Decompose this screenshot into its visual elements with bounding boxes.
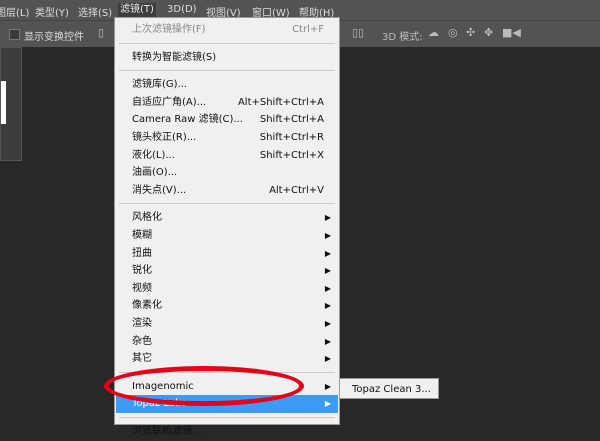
menu-separator [119,417,335,418]
menu-separator [119,371,335,373]
menu-item-label: 滤镜库(G)... [132,79,188,91]
menu-item[interactable]: 模糊 ▶ [116,227,338,245]
menu-item-label: 像素化 [132,300,162,312]
menu-item-label: 转换为智能滤镜(S) [132,51,217,63]
menu-item-label: 自适应广角(A)... [132,96,207,108]
3d-roll-icon[interactable]: ◎ [448,26,458,39]
menu-item-label: Imagenomic [132,380,194,392]
submenu-arrow-icon: ▶ [324,319,331,328]
submenu-arrow-icon: ▶ [324,336,331,346]
menu-item[interactable]: 转换为智能滤镜(S) [116,49,338,67]
submenu-arrow-icon: ▶ [324,354,331,364]
menu-item-shortcut: Shift+Ctrl+X [259,149,324,161]
menu-1[interactable]: 类型(Y) [35,4,69,19]
show-transform-label[interactable]: 显示变换控件 [24,28,84,43]
menu-item[interactable]: 渲染 ▶ [116,315,338,333]
submenu-arrow-icon: ▶ [324,266,331,276]
menu-item[interactable]: 像素化 ▶ [116,297,338,315]
menu-item[interactable]: 上次滤镜操作(F) Ctrl+F [116,21,338,39]
menu-item-shortcut: Ctrl+F [292,24,324,35]
menu-item-label: 模糊 [132,230,152,241]
menu-item-label: 杂色 [132,335,152,347]
menu-separator [119,70,335,72]
menu-item[interactable]: 锐化 ▶ [116,262,338,280]
menu-3[interactable]: 滤镜(T) [118,3,156,17]
distribute-icon[interactable]: ▯▯ [352,26,364,39]
menu-item-label: 风格化 [132,212,162,224]
menu-item-label: 液化(L)... [132,149,175,161]
3d-mode-label: 3D 模式: [382,32,423,43]
submenu-arrow-icon: ▶ [324,283,331,293]
submenu-arrow-icon: ▶ [324,248,331,258]
menu-item-label: 油画(O)... [132,167,178,179]
menu-item-label: 扭曲 [132,247,152,259]
submenu-arrow-icon: ▶ [324,213,331,223]
menu-item-label: 视频 [132,282,152,294]
align-icon[interactable]: ▯ [98,26,104,39]
menu-item[interactable]: Imagenomic ▶ [116,378,338,396]
menu-item-label: 锐化 [132,265,152,277]
menu-separator [119,42,335,44]
menu-item-shortcut: Alt+Shift+Ctrl+A [237,96,324,108]
menu-item[interactable]: 自适应广角(A)... Alt+Shift+Ctrl+A [116,94,338,112]
menu-item[interactable]: 油画(O)... [116,164,338,182]
submenu-arrow-icon: ▶ [324,399,331,409]
menu-4[interactable]: 3D(D) [167,4,197,15]
menu-2[interactable]: 选择(S) [78,4,112,19]
menu-item-label: 上次滤镜操作(F) [132,24,206,35]
menu-item-label: 浏览联机滤镜... [132,426,202,437]
menu-item[interactable]: 浏览联机滤镜... [116,423,338,441]
menu-item[interactable]: 扭曲 ▶ [116,245,338,263]
menu-item-shortcut: Shift+Ctrl+A [259,114,324,126]
menu-item-shortcut: Alt+Ctrl+V [269,184,324,196]
topaz-submenu: Topaz Clean 3... [339,378,439,399]
menu-item[interactable]: 镜头校正(R)... Shift+Ctrl+R [116,129,338,147]
menu-item[interactable]: 滤镜库(G)... [116,76,338,94]
menu-item[interactable]: 消失点(V)... Alt+Ctrl+V [116,182,338,200]
submenu-arrow-icon: ▶ [324,301,331,311]
menu-item-label: 渲染 [132,318,152,329]
3d-scale-icon[interactable]: ■◀ [502,26,521,39]
submenu-arrow-icon: ▶ [324,381,331,391]
show-transform-checkbox[interactable] [9,29,20,40]
color-swatch[interactable] [1,81,6,124]
menu-0[interactable]: 图层(L) [0,4,29,19]
tools-panel [0,47,22,161]
menu-item-label: 其它 [132,353,152,365]
3d-slide-icon[interactable]: ✥ [484,26,493,39]
menu-item[interactable]: 风格化 ▶ [116,209,338,227]
menu-item-label: Topaz Labs [132,398,187,410]
menu-separator [119,203,335,205]
menu-item[interactable]: 液化(L)... Shift+Ctrl+X [116,147,338,165]
3d-pan-icon[interactable]: ✣ [466,26,475,39]
menu-item[interactable]: 杂色 ▶ [116,333,338,351]
menu-item-shortcut: Shift+Ctrl+R [259,132,324,143]
3d-rotate-icon[interactable]: ☁ [428,26,439,39]
menu-item[interactable]: 视频 ▶ [116,280,338,298]
menu-item-label: 消失点(V)... [132,184,187,196]
menu-item[interactable]: Topaz Labs ▶ [116,395,338,414]
menu-item[interactable]: 其它 ▶ [116,350,338,368]
submenu-item-topaz-clean[interactable]: Topaz Clean 3... [352,384,431,395]
submenu-arrow-icon: ▶ [324,231,331,240]
menu-item-label: Camera Raw 滤镜(C)... [132,114,243,126]
menu-item[interactable]: Camera Raw 滤镜(C)... Shift+Ctrl+A [116,111,338,129]
filter-menu: 上次滤镜操作(F) Ctrl+F 转换为智能滤镜(S) 滤镜库(G)... 自适应广角(… [114,17,340,437]
menu-item-label: 镜头校正(R)... [132,132,197,143]
